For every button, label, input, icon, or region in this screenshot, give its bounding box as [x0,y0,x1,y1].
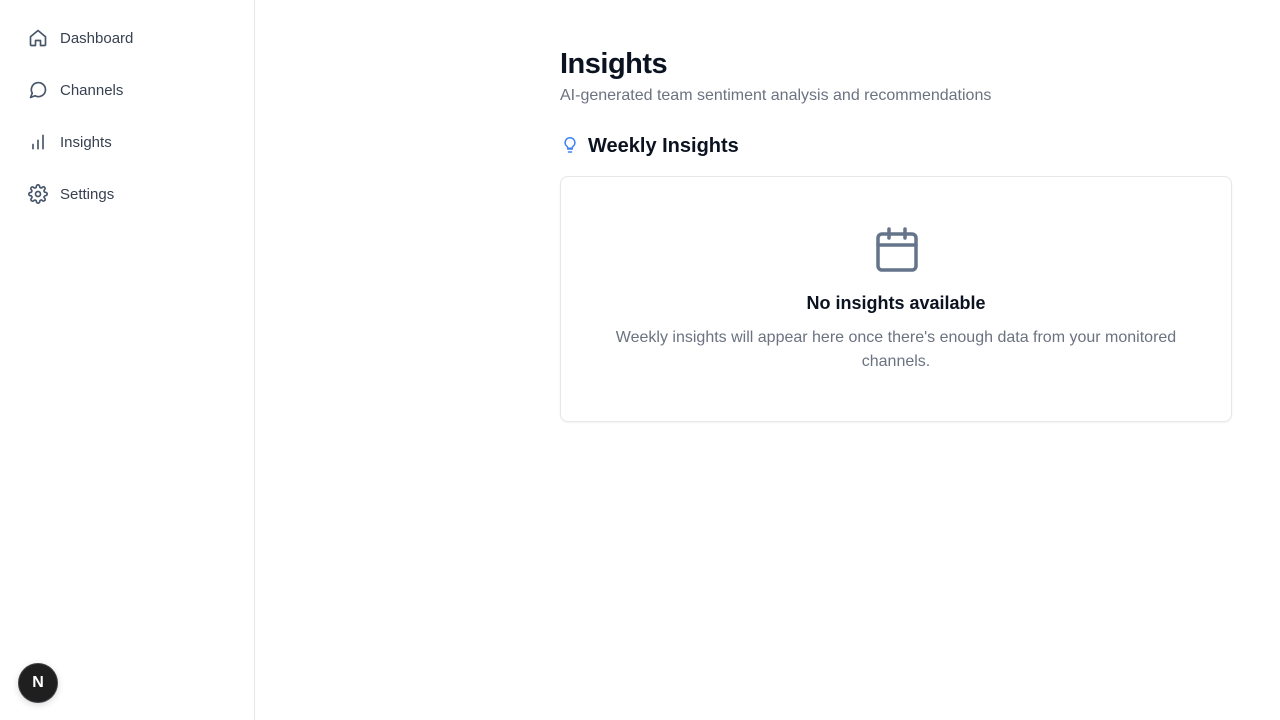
empty-state-title: No insights available [806,293,986,313]
empty-state-description: Weekly insights will appear here once th… [615,329,1177,370]
section-title: Weekly Insights [588,134,739,157]
avatar[interactable]: N [19,664,57,702]
page-title: Insights [560,48,668,80]
avatar-initial: N [32,674,44,691]
sidebar-nav: Dashboard Channels Insights Settings [0,0,254,220]
sidebar-item-label: Settings [60,185,115,203]
message-circle-icon [28,80,48,100]
sidebar-item-insights[interactable]: Insights [0,116,254,168]
gear-icon [28,184,48,204]
lightbulb-icon [560,134,580,158]
empty-state-card: No insights available Weekly insights wi… [560,176,1232,422]
sidebar-item-label: Dashboard [60,29,134,47]
section-header: Weekly Insights [560,134,739,158]
sidebar-item-settings[interactable]: Settings [0,168,254,220]
sidebar-item-label: Insights [60,133,112,151]
app-window: Dashboard Channels Insights Settings N I… [0,0,1280,720]
calendar-icon [875,227,919,273]
sidebar: Dashboard Channels Insights Settings N [0,0,255,720]
page-subtitle: AI-generated team sentiment analysis and… [560,87,992,104]
sidebar-item-channels[interactable]: Channels [0,64,254,116]
sidebar-item-dashboard[interactable]: Dashboard [0,12,254,64]
sidebar-item-label: Channels [60,81,124,99]
bar-chart-icon [28,132,48,152]
home-icon [28,28,48,48]
